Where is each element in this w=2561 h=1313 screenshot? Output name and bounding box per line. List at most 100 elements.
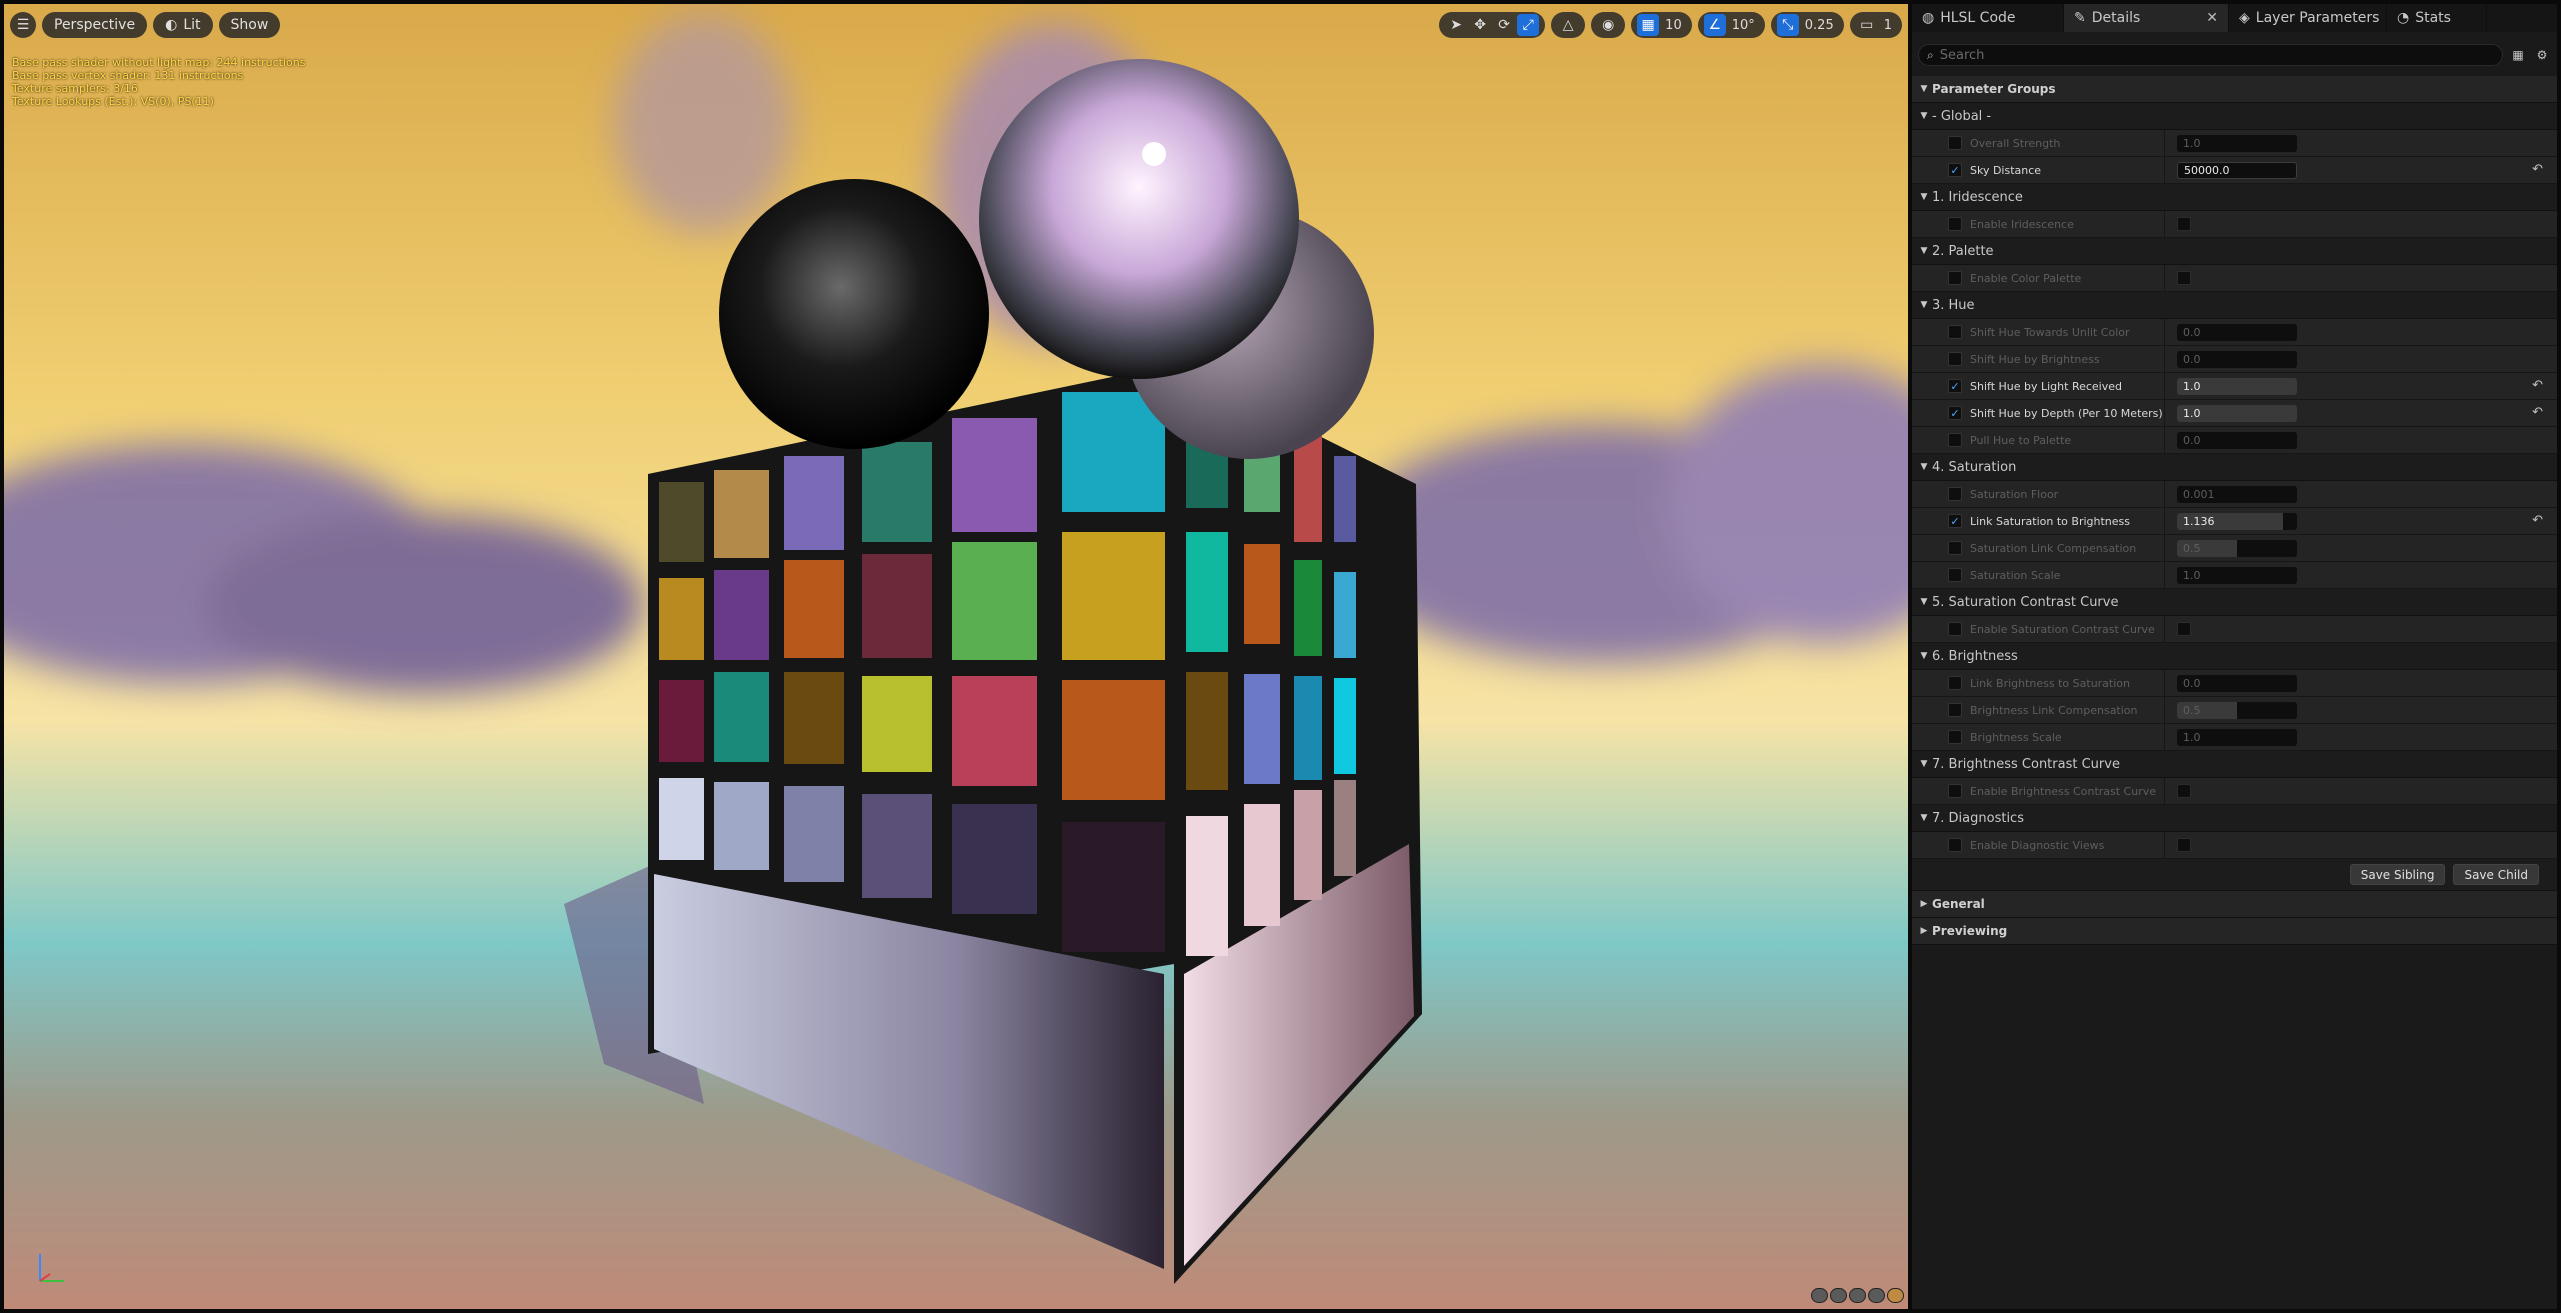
rotation-snap-value[interactable]: 10° bbox=[1728, 18, 1759, 33]
tab-stats[interactable]: ◔ Stats bbox=[2387, 4, 2487, 32]
number-field[interactable]: 1.0 bbox=[2177, 728, 2297, 746]
override-checkbox[interactable]: ✓ bbox=[1948, 163, 1962, 177]
camera-speed-value[interactable]: 1 bbox=[1880, 18, 1896, 33]
general-category-header[interactable]: ▶ General bbox=[1912, 891, 2557, 918]
override-checkbox[interactable] bbox=[1948, 703, 1962, 717]
number-field[interactable]: 1.0 bbox=[2177, 134, 2297, 152]
details-panel: ◍ HLSL Code ✎ Details ✕ ◈ Layer Paramete… bbox=[1912, 4, 2557, 1309]
parameter-row: Saturation Scale 1.0 bbox=[1912, 562, 2557, 589]
override-checkbox[interactable] bbox=[1948, 217, 1962, 231]
chevron-right-icon: ▶ bbox=[1920, 926, 1928, 936]
override-checkbox[interactable]: ✓ bbox=[1948, 379, 1962, 393]
save-child-button[interactable]: Save Child bbox=[2453, 864, 2539, 885]
group-header[interactable]: ▼ 7. Brightness Contrast Curve bbox=[1912, 751, 2557, 778]
slider-field[interactable]: 0.0 bbox=[2177, 674, 2297, 692]
world-icon[interactable]: ◉ bbox=[1597, 14, 1619, 36]
previewing-category-header[interactable]: ▶ Previewing bbox=[1912, 918, 2557, 945]
override-checkbox[interactable] bbox=[1948, 541, 1962, 555]
rotation-snap-icon[interactable]: ∠ bbox=[1703, 14, 1726, 36]
group-header[interactable]: ▼ - Global - bbox=[1912, 103, 2557, 130]
stat-line: Base pass vertex shader: 131 instruction… bbox=[12, 69, 244, 82]
group-title: 7. Diagnostics bbox=[1932, 810, 2024, 826]
search-input[interactable] bbox=[1939, 47, 2494, 63]
override-checkbox[interactable] bbox=[1948, 676, 1962, 690]
bool-value-checkbox[interactable] bbox=[2177, 217, 2191, 231]
stat-line: Texture Lookups (Est.): VS(0), PS(11) bbox=[12, 95, 214, 108]
parameter-value-cell: 1.0 bbox=[2165, 130, 2557, 156]
tab-hlsl-code[interactable]: ◍ HLSL Code bbox=[1912, 4, 2064, 32]
save-sibling-button[interactable]: Save Sibling bbox=[2349, 864, 2446, 885]
surface-snap-icon[interactable]: △ bbox=[1557, 14, 1579, 36]
select-icon[interactable]: ➤ bbox=[1445, 14, 1467, 36]
parameter-value-cell: 0.0 bbox=[2165, 346, 2557, 372]
override-checkbox[interactable] bbox=[1948, 487, 1962, 501]
scale-snap-icon[interactable]: ⤡ bbox=[1776, 14, 1799, 36]
override-checkbox[interactable]: ✓ bbox=[1948, 514, 1962, 528]
slider-field[interactable]: 1.0 bbox=[2177, 404, 2297, 422]
slider-field[interactable]: 0.0 bbox=[2177, 431, 2297, 449]
grid-snap-value[interactable]: 10 bbox=[1661, 18, 1686, 33]
parameter-groups-header[interactable]: ▼ Parameter Groups bbox=[1912, 76, 2557, 103]
tab-layer-parameters[interactable]: ◈ Layer Parameters bbox=[2229, 4, 2387, 32]
preview-cube-icon[interactable] bbox=[1868, 1288, 1885, 1303]
override-checkbox[interactable] bbox=[1948, 730, 1962, 744]
slider-field[interactable]: 0.5 bbox=[2177, 539, 2297, 557]
reset-to-default-icon[interactable]: ↶ bbox=[2532, 513, 2543, 528]
parameter-label: Saturation Link Compensation bbox=[1970, 541, 2137, 555]
group-header[interactable]: ▼ 6. Brightness bbox=[1912, 643, 2557, 670]
preview-cylinder-icon[interactable] bbox=[1830, 1288, 1847, 1303]
grid-snap-icon[interactable]: ▦ bbox=[1637, 14, 1660, 36]
reset-to-default-icon[interactable]: ↶ bbox=[2532, 405, 2543, 420]
close-icon[interactable]: ✕ bbox=[2206, 10, 2218, 26]
slider-field[interactable]: 1.136 bbox=[2177, 512, 2297, 530]
number-field[interactable]: 1.0 bbox=[2177, 566, 2297, 584]
group-header[interactable]: ▼ 2. Palette bbox=[1912, 238, 2557, 265]
tab-details[interactable]: ✎ Details ✕ bbox=[2064, 4, 2229, 32]
group-header[interactable]: ▼ 5. Saturation Contrast Curve bbox=[1912, 589, 2557, 616]
parameter-label: Enable Color Palette bbox=[1970, 271, 2082, 285]
group-header[interactable]: ▼ 7. Diagnostics bbox=[1912, 805, 2557, 832]
preview-teapot-icon[interactable] bbox=[1887, 1288, 1904, 1303]
camera-icon[interactable]: ▭ bbox=[1856, 14, 1878, 36]
number-field[interactable]: 0.001 bbox=[2177, 485, 2297, 503]
preview-sphere-icon[interactable] bbox=[1849, 1288, 1866, 1303]
slider-field[interactable]: 0.5 bbox=[2177, 701, 2297, 719]
group-header[interactable]: ▼ 3. Hue bbox=[1912, 292, 2557, 319]
parameter-value-cell bbox=[2165, 265, 2557, 291]
scale-snap-value[interactable]: 0.25 bbox=[1801, 18, 1838, 33]
bool-value-checkbox[interactable] bbox=[2177, 784, 2191, 798]
bool-value-checkbox[interactable] bbox=[2177, 271, 2191, 285]
group-header[interactable]: ▼ 1. Iridescence bbox=[1912, 184, 2557, 211]
bool-value-checkbox[interactable] bbox=[2177, 838, 2191, 852]
override-checkbox[interactable]: ✓ bbox=[1948, 406, 1962, 420]
viewport[interactable]: ☰ Perspective ◐ Lit Show ➤ ✥ ⟳ ⤢ △ ◉ ▦ 1… bbox=[4, 4, 1908, 1309]
reset-to-default-icon[interactable]: ↶ bbox=[2532, 162, 2543, 177]
rotate-icon[interactable]: ⟳ bbox=[1493, 14, 1515, 36]
reset-to-default-icon[interactable]: ↶ bbox=[2532, 378, 2543, 393]
gear-icon[interactable]: ⚙ bbox=[2533, 46, 2551, 64]
override-checkbox[interactable] bbox=[1948, 433, 1962, 447]
override-checkbox[interactable] bbox=[1948, 325, 1962, 339]
show-button[interactable]: Show bbox=[218, 12, 281, 38]
override-checkbox[interactable] bbox=[1948, 136, 1962, 150]
slider-field[interactable]: 0.0 bbox=[2177, 350, 2297, 368]
override-checkbox[interactable] bbox=[1948, 568, 1962, 582]
override-checkbox[interactable] bbox=[1948, 271, 1962, 285]
slider-field[interactable]: 1.0 bbox=[2177, 377, 2297, 395]
scale-icon[interactable]: ⤢ bbox=[1517, 14, 1540, 36]
table-view-icon[interactable]: ▦ bbox=[2509, 46, 2527, 64]
group-header[interactable]: ▼ 4. Saturation bbox=[1912, 454, 2557, 481]
viewport-menu-button[interactable]: ☰ bbox=[10, 12, 36, 38]
bool-value-checkbox[interactable] bbox=[2177, 622, 2191, 636]
number-field[interactable]: 50000.0 bbox=[2177, 161, 2297, 179]
perspective-button[interactable]: Perspective bbox=[42, 12, 148, 38]
preview-plane-icon[interactable] bbox=[1811, 1288, 1828, 1303]
override-checkbox[interactable] bbox=[1948, 784, 1962, 798]
override-checkbox[interactable] bbox=[1948, 622, 1962, 636]
override-checkbox[interactable] bbox=[1948, 838, 1962, 852]
override-checkbox[interactable] bbox=[1948, 352, 1962, 366]
lit-button[interactable]: ◐ Lit bbox=[153, 12, 213, 38]
number-field[interactable]: 0.0 bbox=[2177, 323, 2297, 341]
viewport-toolbar-left: ☰ Perspective ◐ Lit Show bbox=[10, 12, 281, 38]
translate-icon[interactable]: ✥ bbox=[1469, 14, 1491, 36]
